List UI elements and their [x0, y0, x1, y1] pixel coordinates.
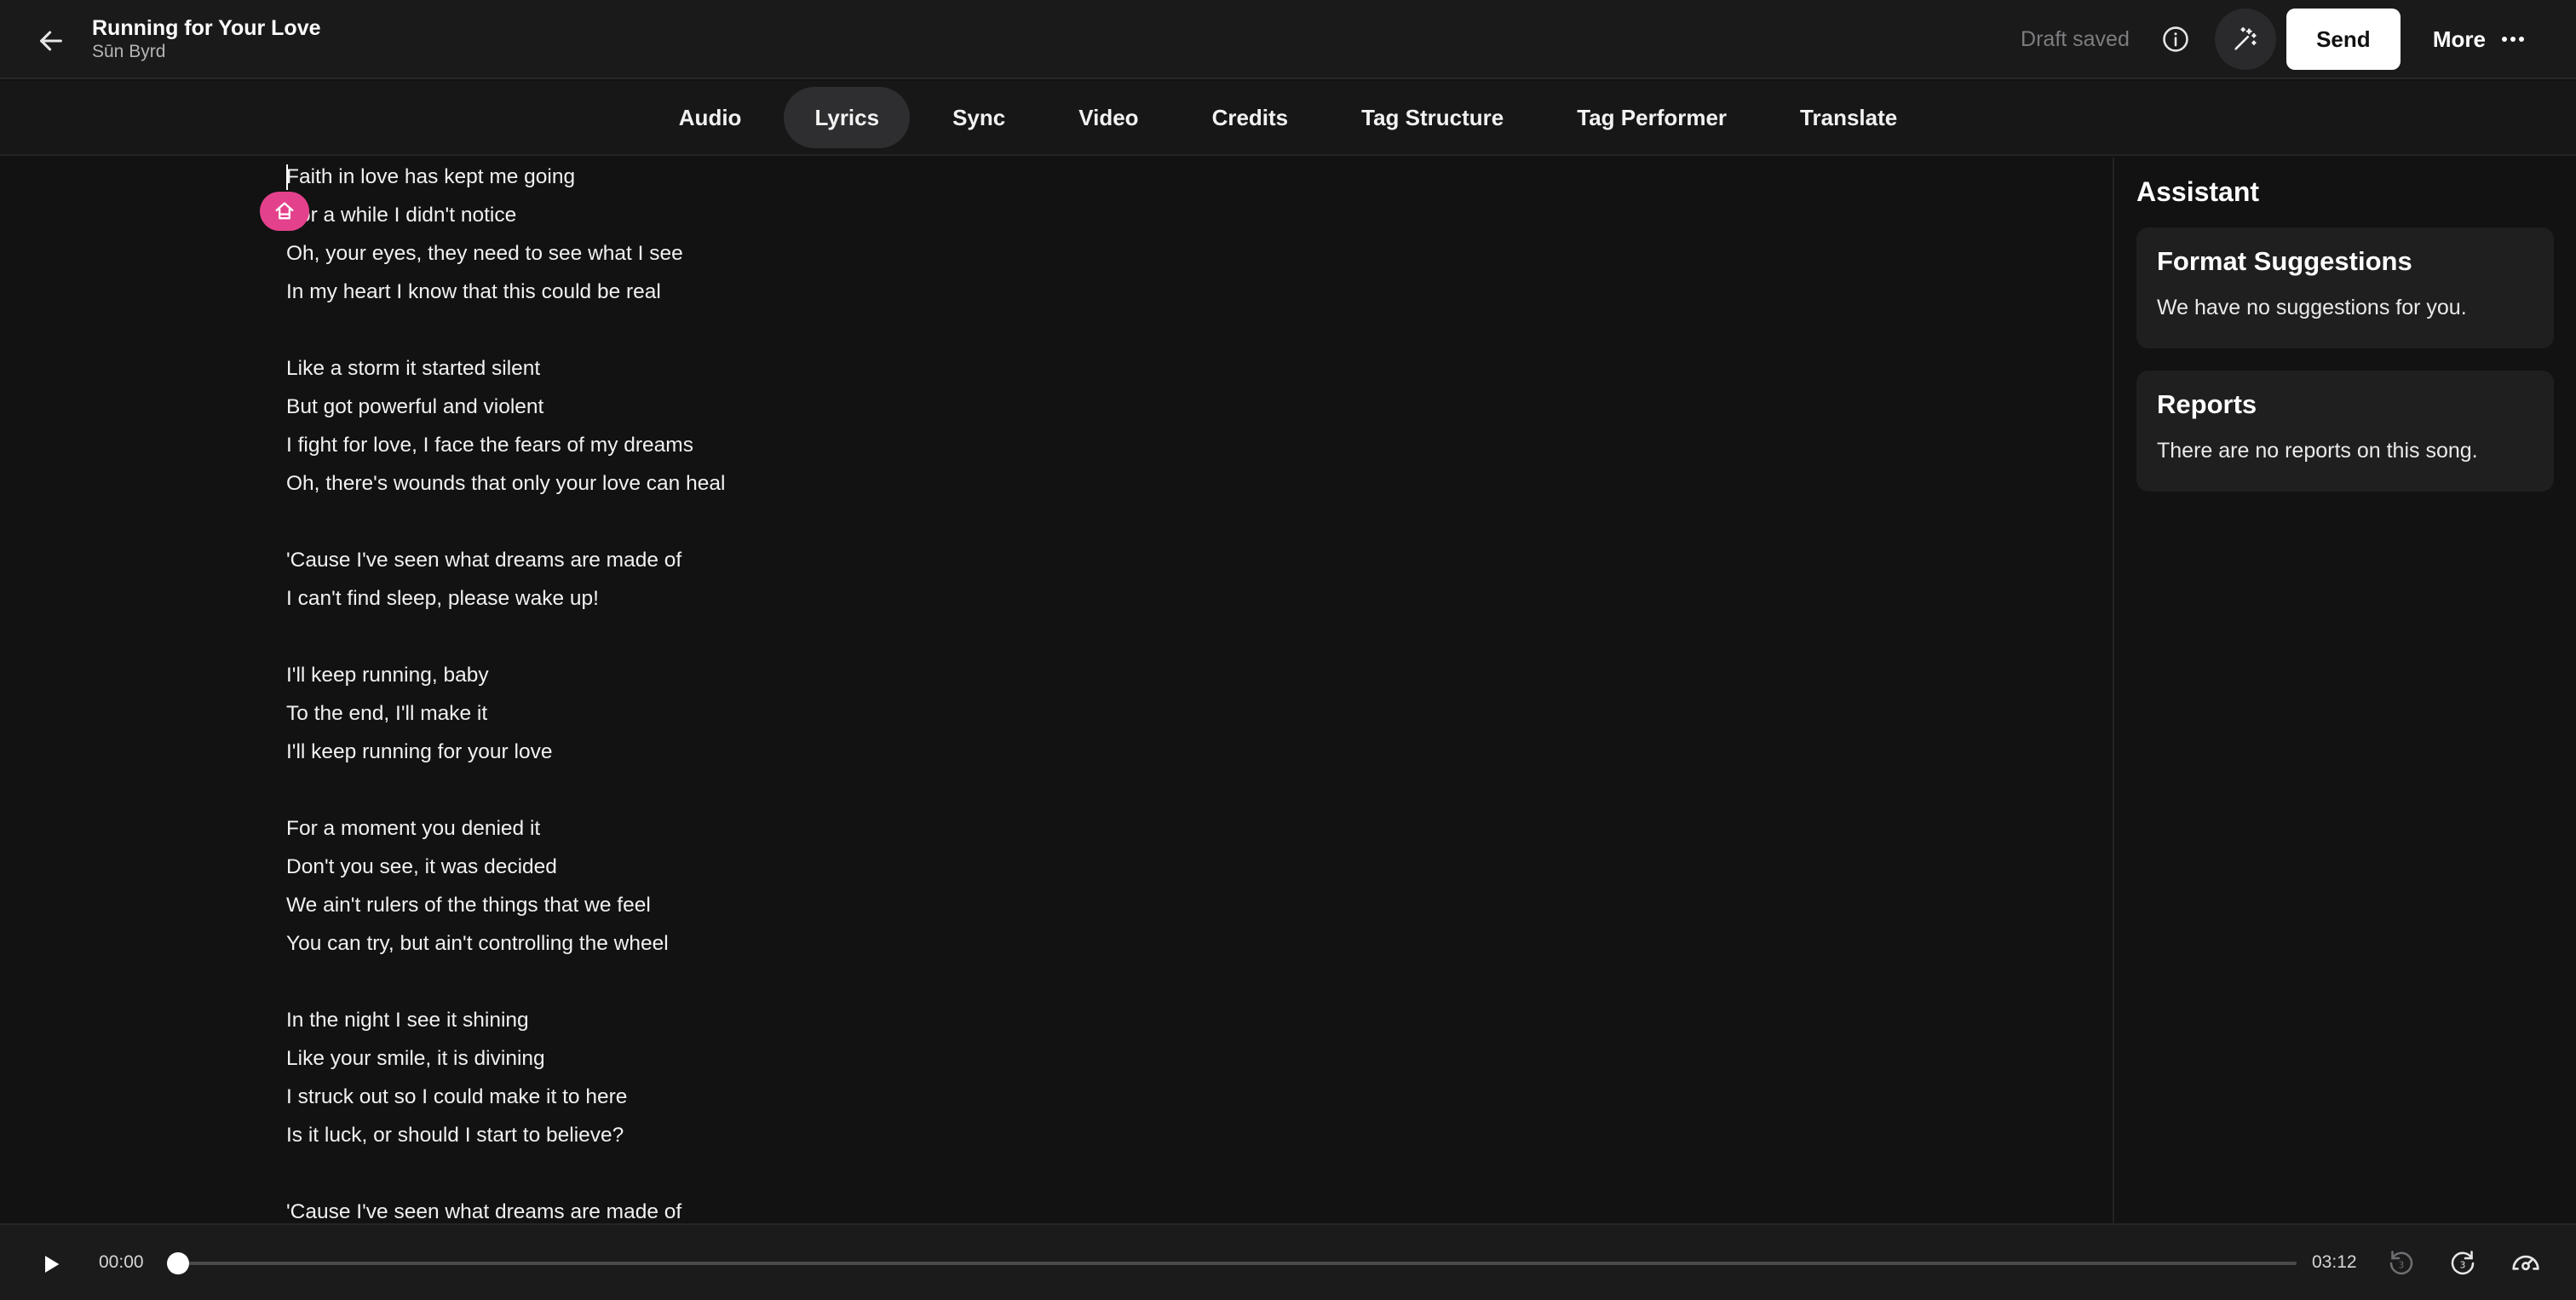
lyric-line[interactable]: In the night I see it shining — [286, 1001, 1479, 1039]
card-title: Reports — [2157, 389, 2257, 419]
tag-section-icon — [275, 202, 294, 220]
tab-lyrics[interactable]: Lyrics — [784, 87, 911, 148]
more-label: More — [2432, 26, 2486, 52]
lyric-line-blank[interactable] — [286, 503, 1479, 541]
rewind-button[interactable]: 3 — [2383, 1245, 2419, 1281]
lyrics-text-area[interactable]: Faith in love has kept me going For a wh… — [286, 158, 1479, 1223]
magic-wand-icon — [2234, 26, 2257, 50]
info-button[interactable] — [2155, 19, 2196, 60]
lyric-line[interactable]: I'll keep running, baby — [286, 656, 1479, 694]
lyric-line[interactable]: Like your smile, it is divining — [286, 1039, 1479, 1078]
lyric-line[interactable]: You can try, but ain't controlling the w… — [286, 924, 1479, 963]
lyric-line[interactable]: Oh, there's wounds that only your love c… — [286, 464, 1479, 503]
arrow-left-icon — [40, 31, 62, 51]
app-root: Running for Your Love Sūn Byrd Draft sav… — [0, 0, 2576, 1300]
text-caret — [286, 164, 288, 190]
insert-tag-button[interactable] — [260, 192, 309, 231]
ellipsis-icon — [2502, 37, 2524, 42]
card-text: We have no suggestions for you. — [2157, 296, 2467, 319]
send-button[interactable]: Send — [2286, 9, 2401, 70]
lyric-line[interactable]: I can't find sleep, please wake up! — [286, 579, 1479, 618]
lyric-line[interactable]: But got powerful and violent — [286, 388, 1479, 426]
lyric-line[interactable]: Is it luck, or should I start to believe… — [286, 1116, 1479, 1154]
svg-text:3: 3 — [2399, 1260, 2405, 1270]
lyric-line[interactable]: To the end, I'll make it — [286, 694, 1479, 733]
tab-sync[interactable]: Sync — [922, 87, 1036, 148]
reports-card: Reports There are no reports on this son… — [2136, 371, 2554, 492]
play-icon — [45, 1256, 60, 1273]
lyric-line-blank[interactable] — [286, 963, 1479, 1001]
format-suggestions-card: Format Suggestions We have no suggestion… — [2136, 227, 2554, 348]
tab-tag-structure[interactable]: Tag Structure — [1331, 87, 1534, 148]
tab-credits[interactable]: Credits — [1182, 87, 1320, 148]
lyric-line[interactable]: 'Cause I've seen what dreams are made of — [286, 541, 1479, 579]
assistant-panel: Assistant Format Suggestions We have no … — [2116, 158, 2576, 1223]
song-title-block: Running for Your Love Sūn Byrd — [92, 15, 321, 63]
forward-3s-icon: 3 — [2451, 1251, 2475, 1275]
more-button[interactable]: More — [2433, 26, 2525, 53]
song-title: Running for Your Love — [92, 16, 321, 40]
card-title: Format Suggestions — [2157, 246, 2412, 276]
audio-player: 00:00 03:12 3 3 — [0, 1223, 2576, 1300]
lyric-line[interactable]: I fight for love, I face the fears of my… — [286, 426, 1479, 464]
current-time: 00:00 — [99, 1252, 144, 1272]
header-actions: Draft saved Send More — [2021, 9, 2525, 70]
back-button[interactable] — [31, 20, 72, 61]
lyric-line[interactable]: I struck out so I could make it to here — [286, 1078, 1479, 1116]
tab-translate[interactable]: Translate — [1769, 87, 1928, 148]
lyric-line-blank[interactable] — [286, 771, 1479, 809]
scrub-bar[interactable] — [167, 1252, 2297, 1274]
playback-speed-button[interactable] — [2508, 1245, 2544, 1281]
tab-bar: Audio Lyrics Sync Video Credits Tag Stru… — [0, 81, 2576, 156]
lyrics-editor[interactable]: Faith in love has kept me going For a wh… — [0, 158, 2114, 1223]
lyric-line[interactable]: We ain't rulers of the things that we fe… — [286, 886, 1479, 924]
draft-status: Draft saved — [2021, 26, 2130, 51]
assistant-title: Assistant — [2136, 176, 2260, 207]
total-time: 03:12 — [2312, 1252, 2357, 1272]
lyric-line[interactable]: 'Cause I've seen what dreams are made of — [286, 1193, 1479, 1223]
forward-button[interactable]: 3 — [2445, 1245, 2481, 1281]
tab-audio[interactable]: Audio — [648, 87, 773, 148]
lyric-line[interactable]: Don't you see, it was decided — [286, 848, 1479, 886]
lyric-line[interactable]: Oh, your eyes, they need to see what I s… — [286, 234, 1479, 273]
play-button[interactable] — [32, 1245, 70, 1283]
rewind-3s-icon: 3 — [2389, 1251, 2413, 1275]
lyric-line[interactable]: Like a storm it started silent — [286, 349, 1479, 388]
card-text: There are no reports on this song. — [2157, 439, 2478, 463]
scrub-handle[interactable] — [167, 1252, 189, 1274]
lyric-line[interactable]: I'll keep running for your love — [286, 733, 1479, 771]
lyric-line[interactable]: In my heart I know that this could be re… — [286, 273, 1479, 311]
info-circle-icon — [2163, 26, 2188, 52]
lyric-line[interactable]: Faith in love has kept me going — [286, 158, 1479, 196]
lyric-line-blank[interactable] — [286, 311, 1479, 349]
top-header: Running for Your Love Sūn Byrd Draft sav… — [0, 0, 2576, 79]
playback-speed-icon — [2512, 1255, 2539, 1271]
lyric-line[interactable]: For a while I didn't notice — [286, 196, 1479, 234]
tab-video[interactable]: Video — [1048, 87, 1169, 148]
song-artist: Sūn Byrd — [92, 42, 166, 61]
lyric-line-blank[interactable] — [286, 618, 1479, 656]
tab-tag-performer[interactable]: Tag Performer — [1546, 87, 1757, 148]
lyric-line-blank[interactable] — [286, 1154, 1479, 1193]
svg-text:3: 3 — [2460, 1260, 2466, 1270]
lyric-line[interactable]: For a moment you denied it — [286, 809, 1479, 848]
magic-wand-button[interactable] — [2214, 9, 2276, 70]
